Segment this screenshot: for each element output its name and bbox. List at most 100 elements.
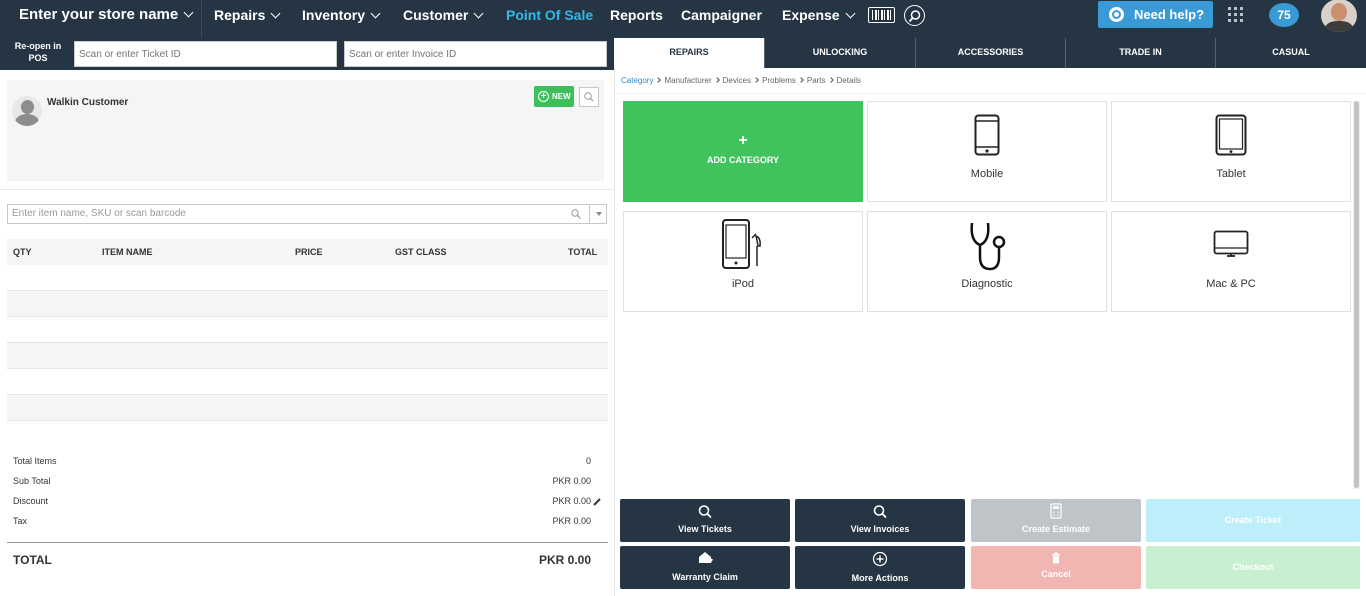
nav-reports[interactable]: Reports bbox=[610, 0, 663, 30]
customer-name[interactable]: Walkin Customer bbox=[47, 97, 128, 108]
breadcrumb-category[interactable]: Category bbox=[621, 76, 653, 85]
view-tickets-button[interactable]: View Tickets bbox=[620, 499, 790, 542]
pencil-icon[interactable] bbox=[592, 497, 602, 507]
store-selector[interactable]: Enter your store name bbox=[0, 0, 202, 38]
customer-avatar-icon bbox=[12, 96, 42, 126]
lifebuoy-icon bbox=[1109, 7, 1124, 22]
invoice-id-input[interactable] bbox=[344, 41, 607, 67]
category-tile-mac-pc[interactable]: Mac & PC bbox=[1111, 211, 1351, 312]
user-avatar[interactable] bbox=[1321, 0, 1357, 32]
create-ticket-button[interactable]: Create Ticket bbox=[1146, 499, 1360, 542]
tab-trade-in[interactable]: TRADE IN bbox=[1065, 38, 1215, 68]
create-ticket-label: Create Ticket bbox=[1224, 515, 1282, 525]
grand-total-value: PKR 0.00 bbox=[538, 553, 591, 567]
category-tile-diagnostic[interactable]: Diagnostic bbox=[867, 211, 1107, 312]
chevron-down-icon bbox=[183, 7, 194, 18]
table-row bbox=[7, 343, 608, 369]
new-customer-button[interactable]: + NEW bbox=[534, 86, 574, 107]
category-label: Mobile bbox=[970, 168, 1004, 180]
table-row bbox=[7, 291, 608, 317]
grand-total-label: TOTAL bbox=[13, 553, 52, 567]
tab-accessories[interactable]: ACCESSORIES bbox=[915, 38, 1065, 68]
view-invoices-label: View Invoices bbox=[850, 524, 910, 534]
subtotal-value: PKR 0.00 bbox=[552, 476, 591, 486]
cancel-button[interactable]: Cancel bbox=[971, 546, 1141, 589]
subtotal-label: Sub Total bbox=[13, 476, 51, 486]
tab-repairs[interactable]: REPAIRS bbox=[614, 38, 764, 68]
category-label: Diagnostic bbox=[961, 278, 1013, 290]
table-row bbox=[7, 395, 608, 421]
apps-grid-icon[interactable] bbox=[1228, 7, 1243, 22]
breadcrumb-manufacturer: Manufacturer bbox=[664, 76, 712, 85]
ticket-id-input[interactable] bbox=[74, 41, 337, 67]
nav-campaigner-label: Campaigner bbox=[681, 7, 762, 23]
scrollbar-thumb[interactable] bbox=[1354, 101, 1359, 488]
nav-inventory-label: Inventory bbox=[302, 7, 366, 23]
add-category-tile[interactable]: + ADD CATEGORY bbox=[623, 101, 863, 202]
nav-pos-label: Point Of Sale bbox=[506, 7, 594, 23]
divider bbox=[7, 542, 608, 543]
view-invoices-button[interactable]: View Invoices bbox=[795, 499, 965, 542]
col-qty: QTY bbox=[13, 247, 32, 257]
nav-inventory[interactable]: Inventory bbox=[302, 0, 381, 30]
nav-campaigner[interactable]: Campaigner bbox=[681, 0, 762, 30]
category-tile-tablet[interactable]: Tablet bbox=[1111, 101, 1351, 202]
search-icon bbox=[698, 505, 712, 519]
plus-circle-icon bbox=[872, 551, 888, 567]
category-label: iPod bbox=[731, 278, 755, 290]
col-price: PRICE bbox=[295, 247, 323, 257]
more-actions-label: More Actions bbox=[851, 573, 909, 583]
tablet-icon bbox=[1215, 114, 1247, 156]
notification-badge[interactable]: 75 bbox=[1269, 3, 1299, 27]
customer-search-button[interactable] bbox=[579, 87, 599, 107]
nav-expense-label: Expense bbox=[782, 7, 840, 23]
search-icon[interactable] bbox=[904, 5, 925, 26]
nav-point-of-sale[interactable]: Point Of Sale bbox=[506, 0, 593, 30]
chevron-right-icon bbox=[713, 77, 720, 83]
tab-unlocking[interactable]: UNLOCKING bbox=[764, 38, 915, 68]
breadcrumb-details: Details bbox=[836, 76, 861, 85]
cancel-label: Cancel bbox=[1041, 569, 1071, 579]
col-gst-class: GST CLASS bbox=[395, 247, 447, 257]
total-items-value: 0 bbox=[585, 456, 591, 466]
category-tile-ipod[interactable]: iPod bbox=[623, 211, 863, 312]
create-estimate-label: Create Estimate bbox=[1021, 524, 1091, 534]
table-row bbox=[7, 265, 608, 291]
need-help-button[interactable]: Need help? bbox=[1098, 1, 1213, 28]
breadcrumb-devices: Devices bbox=[722, 76, 752, 85]
reopen-in-pos-label: Re-open in POS bbox=[14, 41, 62, 63]
nav-expense[interactable]: Expense bbox=[782, 0, 856, 30]
chevron-right-icon bbox=[655, 77, 662, 83]
chevron-down-icon bbox=[370, 8, 381, 19]
search-icon bbox=[571, 209, 581, 219]
breadcrumb: Category Manufacturer Devices Problems Parts… bbox=[621, 76, 861, 85]
stethoscope-icon bbox=[970, 222, 1006, 271]
need-help-label: Need help? bbox=[1134, 7, 1205, 22]
category-tile-mobile[interactable]: Mobile bbox=[867, 101, 1107, 202]
category-label: Mac & PC bbox=[1206, 278, 1256, 290]
tab-casual[interactable]: CASUAL bbox=[1215, 38, 1366, 68]
customer-panel: Walkin Customer + NEW bbox=[7, 80, 604, 181]
dropdown-arrow-icon[interactable] bbox=[596, 212, 602, 216]
item-search-field[interactable]: Enter item name, SKU or scan barcode bbox=[7, 204, 607, 224]
category-label: Tablet bbox=[1216, 168, 1246, 180]
table-row bbox=[7, 369, 608, 395]
view-tickets-label: View Tickets bbox=[678, 524, 732, 534]
calculator-icon bbox=[1050, 503, 1062, 519]
plus-icon: + bbox=[738, 132, 748, 149]
tax-label: Tax bbox=[13, 516, 28, 526]
chevron-right-icon bbox=[798, 77, 804, 83]
nav-repairs[interactable]: Repairs bbox=[214, 0, 281, 30]
more-actions-button[interactable]: More Actions bbox=[795, 546, 965, 589]
barcode-icon[interactable] bbox=[868, 7, 895, 23]
chevron-down-icon bbox=[845, 8, 856, 19]
checkout-button[interactable]: Checkout bbox=[1146, 546, 1360, 589]
divider bbox=[0, 189, 614, 190]
monitor-icon bbox=[1213, 230, 1249, 257]
warranty-claim-button[interactable]: Warranty Claim bbox=[620, 546, 790, 589]
breadcrumb-problems: Problems bbox=[762, 76, 796, 85]
nav-customer[interactable]: Customer bbox=[403, 0, 484, 30]
col-item-name: ITEM NAME bbox=[102, 247, 153, 257]
warranty-claim-label: Warranty Claim bbox=[672, 572, 738, 582]
create-estimate-button[interactable]: Create Estimate bbox=[971, 499, 1141, 542]
